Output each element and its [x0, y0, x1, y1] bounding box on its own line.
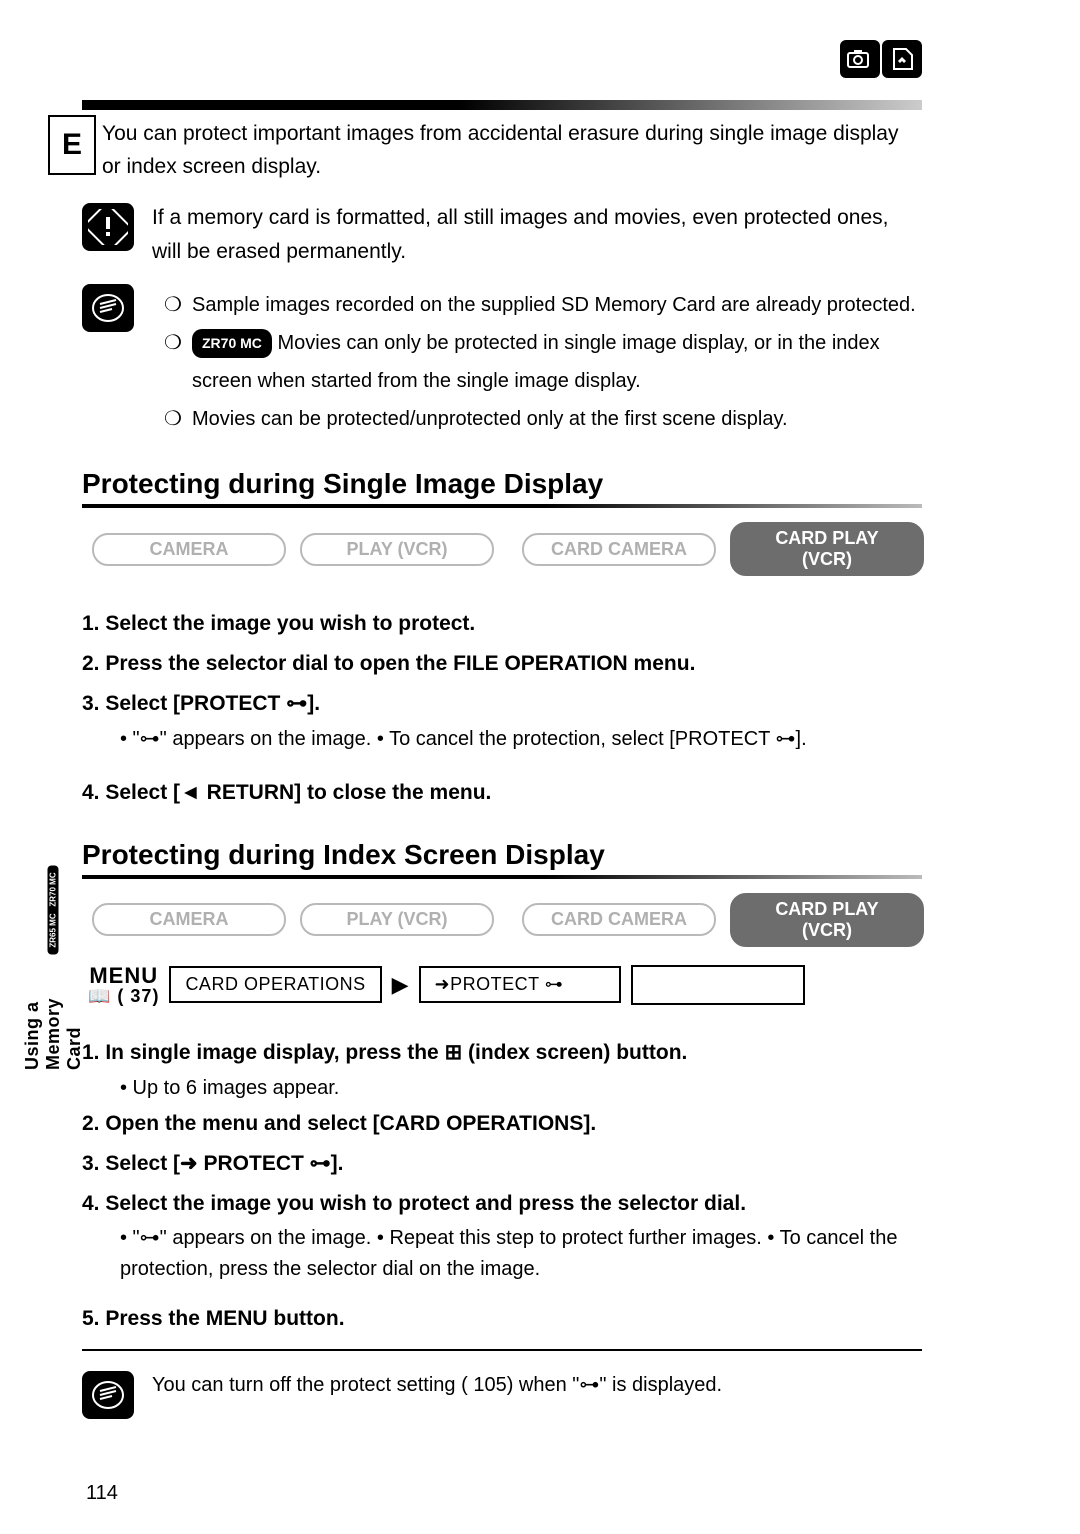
mode-camera-2: CAMERA	[92, 903, 286, 936]
footnote-rule	[82, 1349, 922, 1351]
top-rule	[82, 100, 922, 110]
sec2-step5: 5. Press the MENU button.	[82, 1299, 922, 1339]
header-mode-icons	[840, 40, 922, 78]
side-tab: ZR70 MC ZR65 MC Using a Memory Card	[38, 870, 68, 1070]
warning-row: If a memory card is formatted, all still…	[82, 201, 922, 268]
mode-card-play-vcr-2: CARD PLAY (VCR)	[730, 893, 924, 947]
mode-play-vcr-2: PLAY (VCR)	[300, 903, 494, 936]
note-2: ZR70 MC Movies can only be protected in …	[192, 324, 922, 400]
path-card-operations: CARD OPERATIONS	[169, 966, 381, 1003]
sec2-step1-sub: • Up to 6 images appear.	[120, 1073, 922, 1104]
note-icon	[82, 284, 134, 332]
sec2-step1: 1. In single image display, press the ⊞ …	[82, 1033, 922, 1073]
side-tab-text: Using a Memory Card	[22, 956, 85, 1070]
warning-icon	[82, 203, 134, 251]
menu-path-row: MENU 📖 ( 37) CARD OPERATIONS ▶ ➜PROTECT …	[88, 965, 922, 1005]
model-badge: ZR70 MC	[192, 329, 272, 358]
path-protect: ➜PROTECT ⊶	[419, 966, 621, 1003]
menu-label-text: MENU	[89, 963, 158, 988]
menu-book-ref: 📖 ( 37)	[88, 987, 159, 1005]
note-3: Movies can be protected/unprotected only…	[192, 400, 922, 438]
section1-mode-row: CAMERA PLAY (VCR) CARD CAMERA CARD PLAY …	[82, 522, 922, 576]
sec1-step1: 1. Select the image you wish to protect.	[82, 604, 922, 644]
mode-card-camera: CARD CAMERA	[522, 533, 716, 566]
mode-card-camera-2: CARD CAMERA	[522, 903, 716, 936]
side-model-2: ZR65 MC	[48, 907, 59, 955]
sec1-step3: 3. Select [PROTECT ⊶].	[82, 684, 922, 724]
section2-mode-row: CAMERA PLAY (VCR) CARD CAMERA CARD PLAY …	[82, 893, 922, 947]
section1-heading: Protecting during Single Image Display	[82, 468, 922, 500]
sec2-step3: 3. Select [➜ PROTECT ⊶].	[82, 1144, 922, 1184]
language-tab-label: E	[62, 128, 82, 162]
side-model-badges: ZR70 MC ZR65 MC	[35, 870, 71, 950]
sec1-step2: 2. Press the selector dial to open the F…	[82, 644, 922, 684]
mode-camera: CAMERA	[92, 533, 286, 566]
section2-rule	[82, 875, 922, 879]
mode-play-vcr: PLAY (VCR)	[300, 533, 494, 566]
page-content: E You can protect important images from …	[82, 40, 922, 1419]
notes-block: Sample images recorded on the supplied S…	[152, 282, 922, 438]
mode-card-play-vcr: CARD PLAY (VCR)	[730, 522, 924, 576]
footnote-row: You can turn off the protect setting ( 1…	[82, 1369, 922, 1419]
language-tab: E	[48, 115, 96, 175]
sec2-step2: 2. Open the menu and select [CARD OPERAT…	[82, 1104, 922, 1144]
sec2-step4: 4. Select the image you wish to protect …	[82, 1184, 922, 1224]
note-1: Sample images recorded on the supplied S…	[192, 286, 922, 324]
camera-icon	[840, 40, 880, 78]
section2-steps: 1. In single image display, press the ⊞ …	[82, 1033, 922, 1339]
path-blank	[631, 965, 805, 1005]
section2-heading: Protecting during Index Screen Display	[82, 839, 922, 871]
warning-text: If a memory card is formatted, all still…	[152, 201, 922, 268]
notes-row: Sample images recorded on the supplied S…	[82, 282, 922, 438]
section1-steps: 1. Select the image you wish to protect.…	[82, 604, 922, 813]
menu-label: MENU 📖 ( 37)	[88, 965, 159, 1005]
footnote-icon	[82, 1371, 134, 1419]
section1-rule	[82, 504, 922, 508]
page-number: 114	[86, 1482, 118, 1505]
sec2-step4-sub: • "⊶" appears on the image. • Repeat thi…	[120, 1223, 922, 1285]
card-icon	[882, 40, 922, 78]
sec1-step3-sub: • "⊶" appears on the image. • To cancel …	[120, 724, 922, 755]
path-sep-icon: ▶	[392, 972, 409, 998]
intro-text: You can protect important images from ac…	[82, 118, 922, 183]
footnote-text: You can turn off the protect setting ( 1…	[152, 1369, 922, 1401]
sec1-step4: 4. Select [◄ RETURN] to close the menu.	[82, 773, 922, 813]
